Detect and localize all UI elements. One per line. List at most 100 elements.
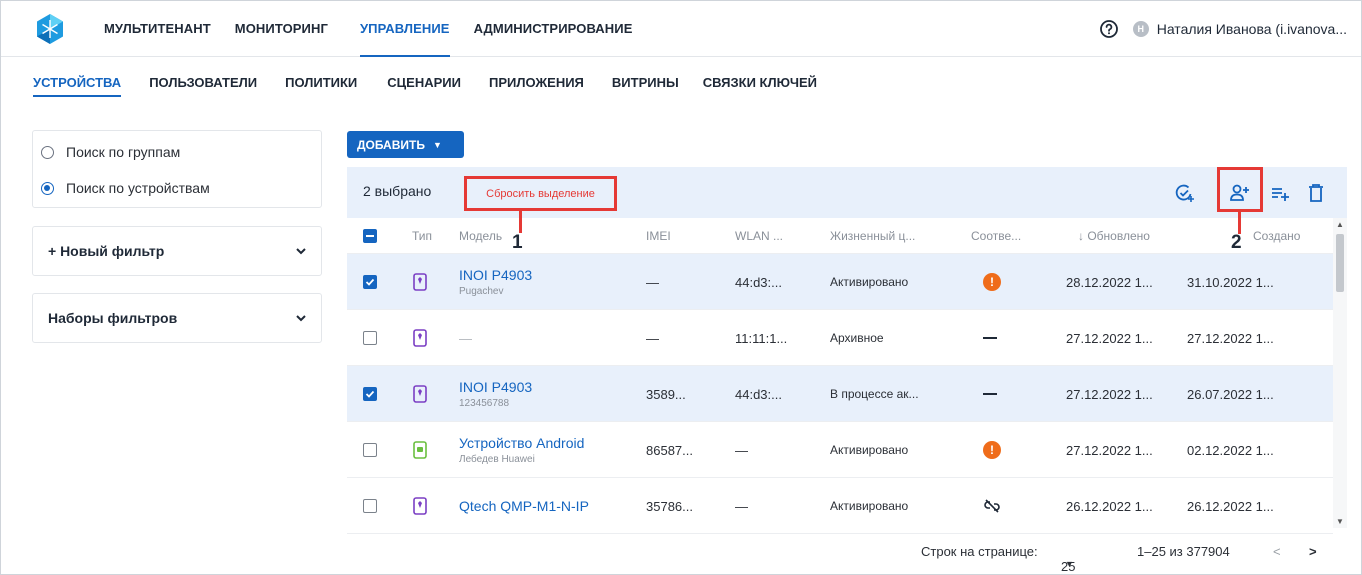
col-imei[interactable]: IMEI [646, 229, 671, 243]
lifecycle-cell: Архивное [830, 331, 884, 345]
prev-page-icon[interactable]: < [1273, 544, 1281, 559]
tab-devices[interactable]: УСТРОЙСТВА [33, 57, 122, 107]
imei-cell: 35786... [646, 498, 693, 514]
imei-cell: 3589... [646, 386, 686, 402]
created-cell: 27.12.2022 1... [1187, 330, 1274, 346]
created-cell: 26.12.2022 1... [1187, 498, 1274, 514]
created-cell: 26.07.2022 1... [1187, 386, 1274, 402]
caret-down-icon: ▼ [432, 139, 442, 150]
radio-search-groups[interactable]: Поиск по группам [33, 134, 321, 170]
caret-down-icon: ▼ [1065, 559, 1074, 569]
tab-users[interactable]: ПОЛЬЗОВАТЕЛИ [149, 57, 257, 107]
chevron-down-icon [296, 248, 306, 255]
col-updated[interactable]: ↓ Обновлено [1078, 229, 1150, 243]
android-device-icon [413, 422, 427, 478]
help-icon[interactable] [1099, 19, 1119, 39]
nav-multitenant[interactable]: МУЛЬТИТЕНАНТ [92, 1, 223, 56]
table-row[interactable]: Устройство Android Лебедев Huawei 86587...… [347, 422, 1333, 478]
warning-icon: ! [983, 441, 1001, 459]
created-cell: 31.10.2022 1... [1187, 274, 1274, 290]
nav-monitoring[interactable]: МОНИТОРИНГ [223, 1, 340, 56]
row-checkbox[interactable] [363, 499, 377, 513]
add-to-list-icon[interactable] [1269, 182, 1291, 204]
next-page-icon[interactable]: > [1309, 544, 1317, 559]
lifecycle-cell: В процессе ак... [830, 387, 919, 401]
table-row[interactable]: — — 11:11:1... Архивное 27.12.2022 1... 27.12… [347, 310, 1333, 366]
check-add-icon[interactable] [1173, 182, 1195, 204]
updated-cell: 27.12.2022 1... [1066, 442, 1153, 458]
col-created[interactable]: Создано [1253, 229, 1300, 243]
table-row[interactable]: Qtech QMP-M1-N-IP 35786... — Активировано 26… [347, 478, 1333, 534]
avatar[interactable]: Н [1132, 20, 1149, 37]
row-checkbox[interactable] [363, 443, 377, 457]
scrollbar-thumb[interactable] [1336, 234, 1344, 292]
phone-device-icon [413, 366, 427, 422]
col-updated-label: Обновлено [1087, 228, 1150, 243]
wlan-cell: — [735, 442, 748, 458]
phone-device-icon [413, 254, 427, 310]
phone-device-icon [413, 310, 427, 366]
select-all-checkbox[interactable] [363, 229, 377, 243]
app-logo-icon[interactable] [34, 13, 66, 45]
imei-cell: 86587... [646, 442, 693, 458]
section-tabs: УСТРОЙСТВА ПОЛЬЗОВАТЕЛИ ПОЛИТИКИ СЦЕНАРИ… [1, 57, 1361, 107]
col-compliance[interactable]: Соотве... [971, 229, 1021, 243]
radio-button[interactable] [41, 145, 54, 159]
table-header: Тип Модель IMEI WLAN ... Жизненный ц... … [347, 218, 1347, 254]
model-name[interactable]: Устройство Android [459, 435, 584, 451]
updated-cell: 27.12.2022 1... [1066, 330, 1153, 346]
updated-cell: 26.12.2022 1... [1066, 498, 1153, 514]
radio-search-devices[interactable]: Поиск по устройствам [33, 170, 321, 206]
add-button[interactable]: ДОБАВИТЬ ▼ [347, 131, 464, 158]
tab-applications[interactable]: ПРИЛОЖЕНИЯ [489, 57, 584, 107]
row-checkbox[interactable] [363, 275, 377, 289]
lifecycle-cell: Активировано [830, 275, 909, 289]
row-checkbox[interactable] [363, 331, 377, 345]
add-button-label: ДОБАВИТЬ [357, 137, 425, 152]
row-checkbox[interactable] [363, 387, 377, 401]
search-mode-box: Поиск по группам Поиск по устройствам [32, 130, 322, 208]
radio-button[interactable] [41, 181, 54, 195]
radio-label: Поиск по группам [66, 144, 181, 160]
add-user-highlight [1217, 167, 1263, 212]
col-type[interactable]: Тип [412, 229, 432, 243]
col-lifecycle[interactable]: Жизненный ц... [830, 229, 915, 243]
table-row[interactable]: INOI P4903 123456788 3589... 44:d3:... В про… [347, 366, 1333, 422]
col-wlan[interactable]: WLAN ... [735, 229, 783, 243]
delete-icon[interactable] [1305, 182, 1327, 204]
wlan-cell: 11:11:1... [735, 330, 788, 346]
tab-scenarios[interactable]: СЦЕНАРИИ [387, 57, 461, 107]
created-cell: 02.12.2022 1... [1187, 442, 1274, 458]
model-name[interactable]: INOI P4903 [459, 379, 532, 395]
lifecycle-cell: Активировано [830, 443, 909, 457]
selection-bar: 2 выбрано Сбросить выделение [347, 167, 1347, 218]
selected-count: 2 выбрано [363, 183, 432, 199]
model-subtitle: Лебедев Huawei [459, 454, 535, 465]
model-name[interactable]: INOI P4903 [459, 267, 532, 283]
lifecycle-cell: Активировано [830, 499, 909, 513]
tab-keychains[interactable]: СВЯЗКИ КЛЮЧЕЙ [703, 57, 817, 107]
tab-policies[interactable]: ПОЛИТИКИ [285, 57, 357, 107]
unlinked-icon [984, 499, 1000, 513]
user-name[interactable]: Наталия Иванова (i.ivanova... [1157, 21, 1347, 37]
new-filter-label: + Новый фильтр [48, 243, 165, 259]
wlan-cell: 44:d3:... [735, 274, 782, 290]
radio-label: Поиск по устройствам [66, 180, 210, 196]
nav-administration[interactable]: АДМИНИСТРИРОВАНИЕ [462, 1, 645, 56]
main-nav: МУЛЬТИТЕНАНТ МОНИТОРИНГ УПРАВЛЕНИЕ АДМИН… [92, 1, 645, 57]
col-model[interactable]: Модель [459, 229, 502, 243]
new-filter-panel[interactable]: + Новый фильтр [32, 226, 322, 276]
no-status-dash [983, 393, 997, 395]
nav-management[interactable]: УПРАВЛЕНИЕ [348, 1, 462, 57]
sort-down-icon: ↓ [1078, 228, 1088, 243]
scrollbar[interactable]: ▲ ▼ [1333, 218, 1347, 528]
reset-selection-button[interactable]: Сбросить выделение [464, 176, 617, 211]
scroll-down-icon[interactable]: ▼ [1336, 517, 1344, 526]
tab-storefronts[interactable]: ВИТРИНЫ [612, 57, 679, 107]
imei-cell: — [646, 274, 659, 290]
wlan-cell: 44:d3:... [735, 386, 782, 402]
filter-sets-panel[interactable]: Наборы фильтров [32, 293, 322, 343]
scroll-up-icon[interactable]: ▲ [1336, 220, 1344, 229]
model-name[interactable]: Qtech QMP-M1-N-IP [459, 498, 589, 514]
table-row[interactable]: INOI P4903 Pugachev — 44:d3:... Активировано… [347, 254, 1333, 310]
